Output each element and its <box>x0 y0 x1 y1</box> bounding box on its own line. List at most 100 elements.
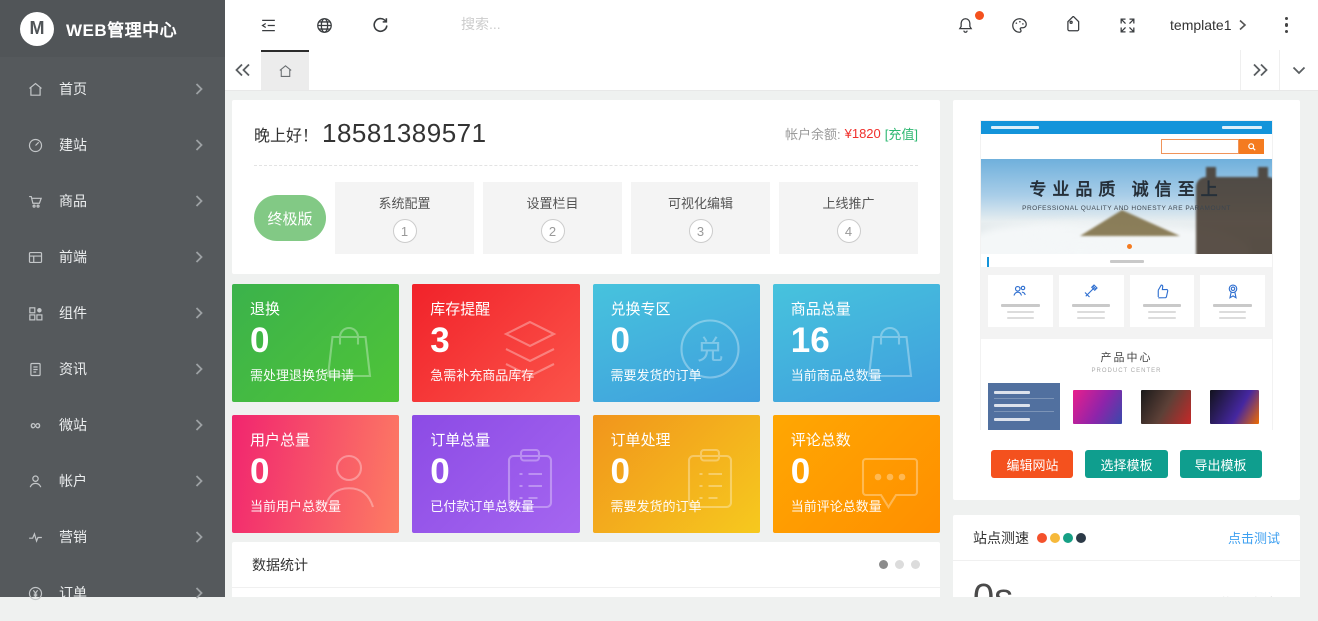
kebab-menu-icon[interactable] <box>1279 15 1295 36</box>
step-number: 1 <box>393 219 417 243</box>
chevron-right-icon <box>195 475 203 487</box>
preview-feature-boxes <box>981 267 1272 339</box>
chevron-right-icon <box>195 251 203 263</box>
infinity-icon: ∞ <box>27 417 44 434</box>
globe-icon[interactable] <box>313 14 335 36</box>
sidebar-item-news[interactable]: 资讯 <box>0 341 225 397</box>
stat-card-grid: 退换 0 需处理退换货申请 库存提醒 3 急需补充商品库存 兑换专区 0 需要发… <box>232 284 940 533</box>
fullscreen-icon[interactable] <box>1116 14 1138 36</box>
edition-badge: 终极版 <box>254 195 326 241</box>
sidebar-item-frontend[interactable]: 前端 <box>0 229 225 285</box>
tabs-scroll-right-button[interactable] <box>1240 50 1279 90</box>
sidebar-item-site-builder[interactable]: 建站 <box>0 117 225 173</box>
balance-amount: ¥1820 <box>845 126 881 141</box>
sidebar-item-marketing[interactable]: 营销 <box>0 509 225 565</box>
notification-dot <box>975 11 984 20</box>
tab-bar <box>225 50 1318 91</box>
speed-dot <box>1076 533 1086 543</box>
yen-icon <box>27 585 44 602</box>
search-input[interactable] <box>461 16 721 32</box>
tabs-scroll-left-button[interactable] <box>225 50 261 90</box>
sidebar-item-label: 建站 <box>59 135 87 155</box>
carousel-dot[interactable] <box>879 560 888 569</box>
sidebar-item-label: 首页 <box>59 79 87 99</box>
stat-card-stock-alert[interactable]: 库存提醒 3 急需补充商品库存 <box>412 284 579 402</box>
speed-dot <box>1050 533 1060 543</box>
stat-card-total-comments[interactable]: 评论总数 0 当前评论总数量 <box>773 415 940 533</box>
chart-title: 订单成交量 <box>232 588 940 597</box>
export-template-button[interactable]: 导出模板 <box>1180 450 1262 478</box>
sidebar-menu: 首页 建站 商品 前端 组件 <box>0 57 225 621</box>
chevron-right-icon <box>195 139 203 151</box>
download-time-label: 下载用时(秒) <box>1206 593 1280 597</box>
tabs-dropdown-button[interactable] <box>1279 50 1318 90</box>
main-content: 晚上好！ 18581389571 帐户余额: ¥1820 [充值] 终极版 系统… <box>225 91 1318 597</box>
sidebar-item-microsite[interactable]: ∞ 微站 <box>0 397 225 453</box>
home-icon <box>277 63 294 80</box>
magnifier-icon <box>1248 143 1256 151</box>
tag-icon[interactable] <box>1062 14 1084 36</box>
sidebar-item-orders[interactable]: 订单 <box>0 565 225 621</box>
topbar: template1 <box>225 0 1318 50</box>
bell-icon[interactable] <box>954 14 976 36</box>
hero-title: 专业品质 诚信至上 <box>981 175 1272 200</box>
preview-feature-header <box>981 254 1272 267</box>
components-icon <box>27 305 44 322</box>
run-speed-test-link[interactable]: 点击测试 <box>1228 528 1280 547</box>
recharge-link[interactable]: [充值] <box>885 124 918 143</box>
stat-card-total-orders[interactable]: 订单总量 0 已付款订单总数量 <box>412 415 579 533</box>
palette-icon[interactable] <box>1008 14 1030 36</box>
step-go-live[interactable]: 上线推广 4 <box>779 182 918 254</box>
preview-search-button <box>1239 139 1264 154</box>
speed-card-title: 站点测速 <box>973 528 1029 548</box>
preview-phone-text-bar <box>1222 126 1262 129</box>
sidebar-item-label: 组件 <box>59 303 87 323</box>
chevron-right-icon <box>195 419 203 431</box>
sidebar-item-account[interactable]: 帐户 <box>0 453 225 509</box>
refresh-icon[interactable] <box>369 14 391 36</box>
step-system-config[interactable]: 系统配置 1 <box>335 182 474 254</box>
edit-website-button[interactable]: 编辑网站 <box>991 450 1073 478</box>
step-visual-edit[interactable]: 可视化编辑 3 <box>631 182 770 254</box>
home-icon <box>27 81 44 98</box>
app-logo: M WEB管理中心 <box>0 0 225 57</box>
svg-text:兑: 兑 <box>696 336 723 366</box>
comment-icon <box>854 444 926 521</box>
stat-card-returns[interactable]: 退换 0 需处理退换货申请 <box>232 284 399 402</box>
chevron-right-icon <box>195 83 203 95</box>
data-statistics-card: 数据统计 订单成交量 <box>232 542 940 597</box>
sidebar-item-home[interactable]: 首页 <box>0 61 225 117</box>
layers-icon <box>494 313 566 390</box>
exchange-icon: 兑 <box>674 313 746 390</box>
app-title: WEB管理中心 <box>66 16 177 41</box>
preview-hero-banner: 专业品质 诚信至上 PROFESSIONAL QUALITY AND HONES… <box>981 159 1272 254</box>
step-setup-columns[interactable]: 设置栏目 2 <box>483 182 622 254</box>
choose-template-button[interactable]: 选择模板 <box>1085 450 1167 478</box>
stat-card-total-products[interactable]: 商品总量 16 当前商品总数量 <box>773 284 940 402</box>
sidebar-item-products[interactable]: 商品 <box>0 173 225 229</box>
carousel-dot[interactable] <box>911 560 920 569</box>
logo-mark: M <box>20 12 54 46</box>
download-time-value: 0s <box>973 577 1013 597</box>
carousel-dot[interactable] <box>895 560 904 569</box>
sidebar-item-label: 商品 <box>59 191 87 211</box>
sidebar: M WEB管理中心 首页 建站 商品 前端 <box>0 0 225 597</box>
tab-home[interactable] <box>261 50 309 90</box>
collapse-sidebar-icon[interactable] <box>257 14 279 36</box>
speed-dot <box>1037 533 1047 543</box>
preview-search-input <box>1161 139 1239 154</box>
template-selector[interactable]: template1 <box>1170 17 1246 33</box>
stat-card-order-processing[interactable]: 订单处理 0 需要发货的订单 <box>593 415 760 533</box>
step-number: 4 <box>837 219 861 243</box>
greeting-text: 晚上好！ <box>254 122 318 146</box>
step-number: 3 <box>689 219 713 243</box>
stat-card-total-users[interactable]: 用户总量 0 当前用户总数量 <box>232 415 399 533</box>
hero-subtitle: PROFESSIONAL QUALITY AND HONESTY ARE PAR… <box>981 205 1272 212</box>
preview-nav-bar <box>981 134 1272 159</box>
sidebar-item-label: 前端 <box>59 247 87 267</box>
sidebar-item-components[interactable]: 组件 <box>0 285 225 341</box>
website-preview: 专业品质 诚信至上 PROFESSIONAL QUALITY AND HONES… <box>980 120 1273 430</box>
medal-icon <box>1224 282 1242 300</box>
stat-card-exchange-zone[interactable]: 兑换专区 0 需要发货的订单 兑 <box>593 284 760 402</box>
user-icon <box>27 473 44 490</box>
